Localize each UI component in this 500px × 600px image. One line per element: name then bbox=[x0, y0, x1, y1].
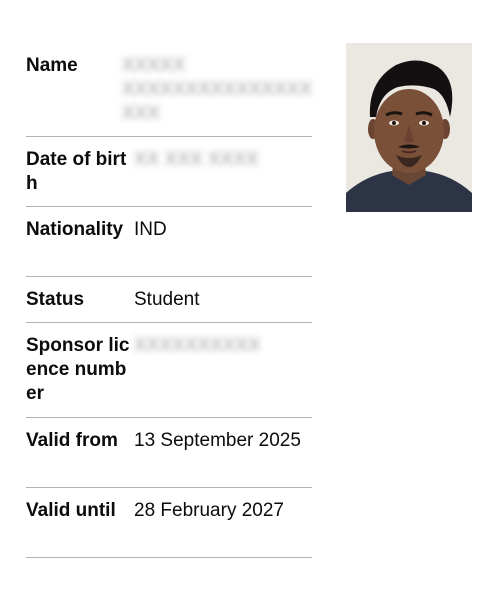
sponsor-label: Sponsor licence number bbox=[26, 335, 130, 404]
sponsor-value: XXXXXXXXXX bbox=[134, 335, 261, 356]
valid-from-value: 13 September 2025 bbox=[134, 430, 301, 451]
row-status: Status Student bbox=[26, 277, 312, 323]
dob-label: Date of birth bbox=[26, 149, 127, 194]
row-sponsor: Sponsor licence number XXXXXXXXXX bbox=[26, 323, 312, 418]
nationality-value: IND bbox=[134, 219, 167, 240]
row-valid-until: Valid until 28 February 2027 bbox=[26, 488, 312, 558]
dob-value: XX XXX XXXX bbox=[134, 149, 259, 170]
status-value: Student bbox=[134, 289, 200, 310]
portrait-illustration bbox=[346, 43, 472, 212]
profile-photo bbox=[346, 43, 472, 212]
row-dob: Date of birth XX XXX XXXX bbox=[26, 137, 312, 207]
valid-from-label: Valid from bbox=[26, 430, 118, 451]
row-valid-from: Valid from 13 September 2025 bbox=[26, 418, 312, 488]
status-card: Name XXXXX XXXXXXXXXXXXXXX XXX Date of b… bbox=[0, 0, 500, 600]
row-name: Name XXXXX XXXXXXXXXXXXXXX XXX bbox=[26, 42, 312, 137]
name-value: XXXXX XXXXXXXXXXXXXXX XXX bbox=[121, 55, 312, 124]
valid-until-value: 28 February 2027 bbox=[134, 500, 284, 521]
details-list: Name XXXXX XXXXXXXXXXXXXXX XXX Date of b… bbox=[26, 42, 312, 558]
row-nationality: Nationality IND bbox=[26, 207, 312, 277]
status-label: Status bbox=[26, 289, 85, 310]
nationality-label: Nationality bbox=[26, 219, 124, 240]
valid-until-label: Valid until bbox=[26, 500, 116, 521]
name-label: Name bbox=[26, 55, 78, 76]
